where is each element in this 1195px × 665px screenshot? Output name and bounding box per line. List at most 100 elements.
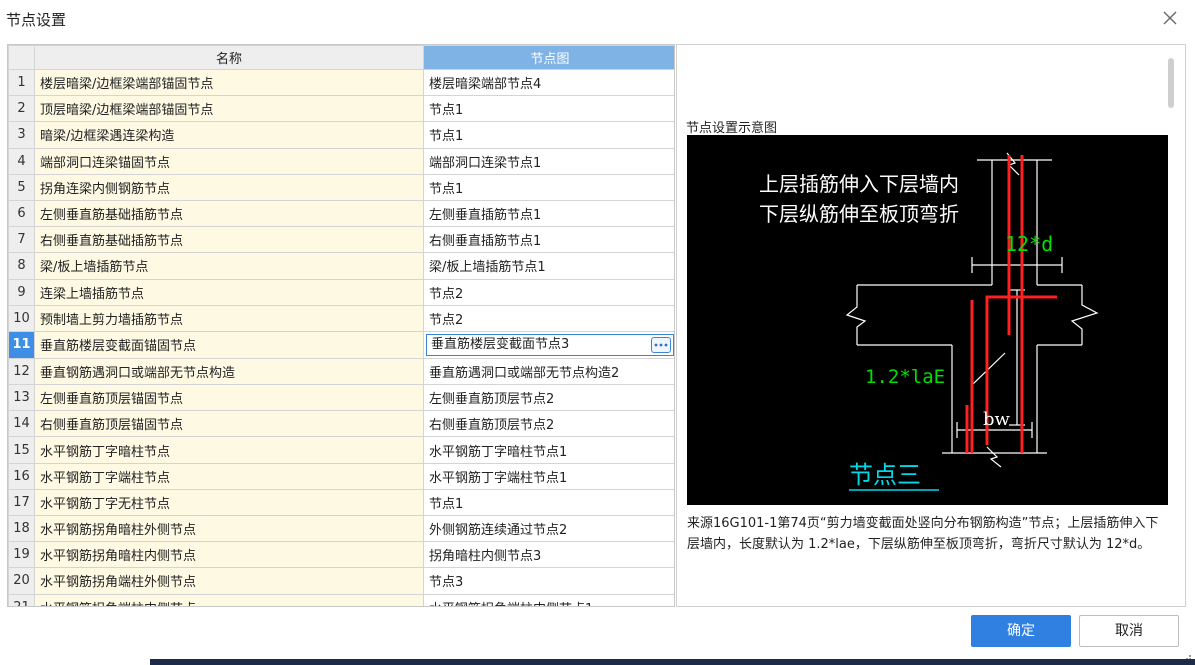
table-row[interactable]: 2 顶层暗梁/边框梁端部锚固节点 节点1: [8, 95, 674, 123]
row-node-cell[interactable]: 水平钢筋拐角端柱内侧节点1: [423, 593, 674, 606]
row-name-cell[interactable]: 暗梁/边框梁遇连梁构造: [34, 121, 424, 149]
row-name-cell[interactable]: 端部洞口连梁锚固节点: [34, 147, 424, 175]
table-row[interactable]: 13 左侧垂直筋顶层锚固节点 左侧垂直筋顶层节点2: [8, 384, 674, 412]
diagram-text-line1: 上层插筋伸入下层墙内: [759, 172, 959, 196]
row-node-cell[interactable]: 左侧垂直筋顶层节点2: [423, 384, 674, 412]
row-name-cell[interactable]: 水平钢筋丁字无柱节点: [34, 488, 424, 517]
row-node-cell[interactable]: 垂直筋楼层变截面节点3: [423, 330, 674, 359]
diagram-text-line2: 下层纵筋伸至板顶弯折: [759, 202, 959, 226]
row-name-cell[interactable]: 水平钢筋丁字端柱节点: [34, 462, 424, 490]
row-number[interactable]: 6: [8, 199, 35, 228]
table-row[interactable]: 17 水平钢筋丁字无柱节点 节点1: [8, 488, 674, 517]
ellipsis-icon[interactable]: [651, 336, 671, 353]
row-name-cell[interactable]: 楼层暗梁/边框梁端部锚固节点: [34, 68, 424, 97]
row-name-cell[interactable]: 预制墙上剪力墙插筋节点: [34, 304, 424, 332]
row-name-cell[interactable]: 梁/板上墙插筋节点: [34, 252, 424, 280]
row-number[interactable]: 3: [8, 121, 35, 149]
table-row[interactable]: 10 预制墙上剪力墙插筋节点 节点2: [8, 304, 674, 332]
row-number[interactable]: 2: [8, 95, 35, 123]
table-row[interactable]: 8 梁/板上墙插筋节点 梁/板上墙插筋节点1: [8, 252, 674, 280]
table-row[interactable]: 1 楼层暗梁/边框梁端部锚固节点 楼层暗梁端部节点4: [8, 68, 674, 97]
table-row[interactable]: 20 水平钢筋拐角端柱外侧节点 节点3: [8, 567, 674, 595]
row-node-cell[interactable]: 节点1: [423, 121, 674, 149]
row-node-cell[interactable]: 右侧垂直筋顶层节点2: [423, 410, 674, 438]
row-name-cell[interactable]: 水平钢筋拐角暗柱内侧节点: [34, 541, 424, 569]
row-node-cell[interactable]: 节点3: [423, 567, 674, 595]
row-node-cell[interactable]: 左侧垂直插筋节点1: [423, 199, 674, 228]
row-node-cell[interactable]: 节点2: [423, 304, 674, 332]
diagram-dim-bw: bw: [983, 409, 1011, 430]
row-node-cell[interactable]: 楼层暗梁端部节点4: [423, 68, 674, 97]
ok-button[interactable]: 确定: [971, 615, 1071, 647]
row-number[interactable]: 12: [8, 357, 35, 386]
table-row[interactable]: 12 垂直钢筋遇洞口或端部无节点构造 垂直筋遇洞口或端部无节点构造2: [8, 357, 674, 386]
cancel-button[interactable]: 取消: [1079, 615, 1179, 647]
row-number[interactable]: 11: [8, 330, 35, 359]
table-row[interactable]: 16 水平钢筋丁字端柱节点 水平钢筋丁字端柱节点1: [8, 462, 674, 490]
row-number[interactable]: 18: [8, 514, 35, 543]
row-number[interactable]: 1: [8, 68, 35, 97]
row-number[interactable]: 21: [8, 593, 35, 606]
close-icon[interactable]: [1158, 6, 1182, 30]
row-number[interactable]: 15: [8, 436, 35, 464]
row-node-cell[interactable]: 端部洞口连梁节点1: [423, 147, 674, 175]
row-name-cell[interactable]: 水平钢筋拐角端柱外侧节点: [34, 567, 424, 595]
row-node-cell[interactable]: 节点2: [423, 278, 674, 306]
grid-header: 名称 节点图: [8, 45, 674, 70]
row-number[interactable]: 19: [8, 541, 35, 569]
row-number[interactable]: 16: [8, 462, 35, 490]
row-name-cell[interactable]: 水平钢筋丁字暗柱节点: [34, 436, 424, 464]
row-number[interactable]: 10: [8, 304, 35, 332]
row-name-cell[interactable]: 垂直筋楼层变截面锚固节点: [34, 330, 424, 359]
row-number[interactable]: 4: [8, 147, 35, 175]
table-row[interactable]: 6 左侧垂直筋基础插筋节点 左侧垂直插筋节点1: [8, 199, 674, 228]
row-node-cell[interactable]: 拐角暗柱内侧节点3: [423, 541, 674, 569]
column-header-node[interactable]: 节点图: [423, 45, 674, 70]
node-select-editor[interactable]: 垂直筋楼层变截面节点3: [426, 333, 674, 356]
table-row[interactable]: 5 拐角连梁内侧钢筋节点 节点1: [8, 173, 674, 201]
row-name-cell[interactable]: 连梁上墙插筋节点: [34, 278, 424, 306]
table-row[interactable]: 9 连梁上墙插筋节点 节点2: [8, 278, 674, 306]
row-node-cell[interactable]: 外侧钢筋连续通过节点2: [423, 514, 674, 543]
table-row[interactable]: 19 水平钢筋拐角暗柱内侧节点 拐角暗柱内侧节点3: [8, 541, 674, 569]
table-row[interactable]: 21水平钢筋拐角端柱内侧节点水平钢筋拐角端柱内侧节点1: [8, 593, 674, 606]
row-number[interactable]: 17: [8, 488, 35, 517]
table-row[interactable]: 15 水平钢筋丁字暗柱节点 水平钢筋丁字暗柱节点1: [8, 436, 674, 464]
row-node-cell[interactable]: 水平钢筋丁字暗柱节点1: [423, 436, 674, 464]
table-row[interactable]: 14 右侧垂直筋顶层锚固节点 右侧垂直筋顶层节点2: [8, 410, 674, 438]
row-name-cell[interactable]: 左侧垂直筋基础插筋节点: [34, 199, 424, 228]
table-row[interactable]: 18 水平钢筋拐角暗柱外侧节点 外侧钢筋连续通过节点2: [8, 514, 674, 543]
row-name-cell[interactable]: 水平钢筋拐角端柱内侧节点: [34, 593, 424, 606]
row-node-cell[interactable]: 节点1: [423, 95, 674, 123]
table-row[interactable]: 11 垂直筋楼层变截面锚固节点 垂直筋楼层变截面节点3: [8, 330, 674, 359]
row-number[interactable]: 20: [8, 567, 35, 595]
node-diagram: 上层插筋伸入下层墙内 下层纵筋伸至板顶弯折 12*d 1.2*laE bw 节点…: [687, 135, 1168, 505]
node-settings-grid[interactable]: 名称 节点图 1 楼层暗梁/边框梁端部锚固节点 楼层暗梁端部节点4 2 顶层暗梁/边框梁…: [7, 44, 675, 607]
row-node-cell[interactable]: 水平钢筋丁字端柱节点1: [423, 462, 674, 490]
row-node-cell[interactable]: 节点1: [423, 488, 674, 517]
row-name-cell[interactable]: 水平钢筋拐角暗柱外侧节点: [34, 514, 424, 543]
row-name-cell[interactable]: 垂直钢筋遇洞口或端部无节点构造: [34, 357, 424, 386]
row-name-cell[interactable]: 左侧垂直筋顶层锚固节点: [34, 384, 424, 412]
row-node-cell[interactable]: 右侧垂直插筋节点1: [423, 226, 674, 254]
table-row[interactable]: 3 暗梁/边框梁遇连梁构造 节点1: [8, 121, 674, 149]
row-number[interactable]: 8: [8, 252, 35, 280]
table-row[interactable]: 7 右侧垂直筋基础插筋节点 右侧垂直插筋节点1: [8, 226, 674, 254]
row-name-cell[interactable]: 右侧垂直筋顶层锚固节点: [34, 410, 424, 438]
preview-scrollbar[interactable]: [1168, 58, 1174, 108]
column-header-name[interactable]: 名称: [34, 45, 424, 70]
row-node-cell[interactable]: 节点1: [423, 173, 674, 201]
row-number[interactable]: 7: [8, 226, 35, 254]
row-number[interactable]: 9: [8, 278, 35, 306]
row-number[interactable]: 5: [8, 173, 35, 201]
row-name-cell[interactable]: 顶层暗梁/边框梁端部锚固节点: [34, 95, 424, 123]
dialog-titlebar[interactable]: 节点设置: [0, 0, 1195, 38]
row-name-cell[interactable]: 拐角连梁内侧钢筋节点: [34, 173, 424, 201]
row-number[interactable]: 14: [8, 410, 35, 438]
row-number[interactable]: 13: [8, 384, 35, 412]
row-name-cell[interactable]: 右侧垂直筋基础插筋节点: [34, 226, 424, 254]
table-row[interactable]: 4 端部洞口连梁锚固节点 端部洞口连梁节点1: [8, 147, 674, 175]
row-node-cell[interactable]: 垂直筋遇洞口或端部无节点构造2: [423, 357, 674, 386]
row-node-cell[interactable]: 梁/板上墙插筋节点1: [423, 252, 674, 280]
preview-label: 节点设置示意图: [686, 121, 778, 136]
